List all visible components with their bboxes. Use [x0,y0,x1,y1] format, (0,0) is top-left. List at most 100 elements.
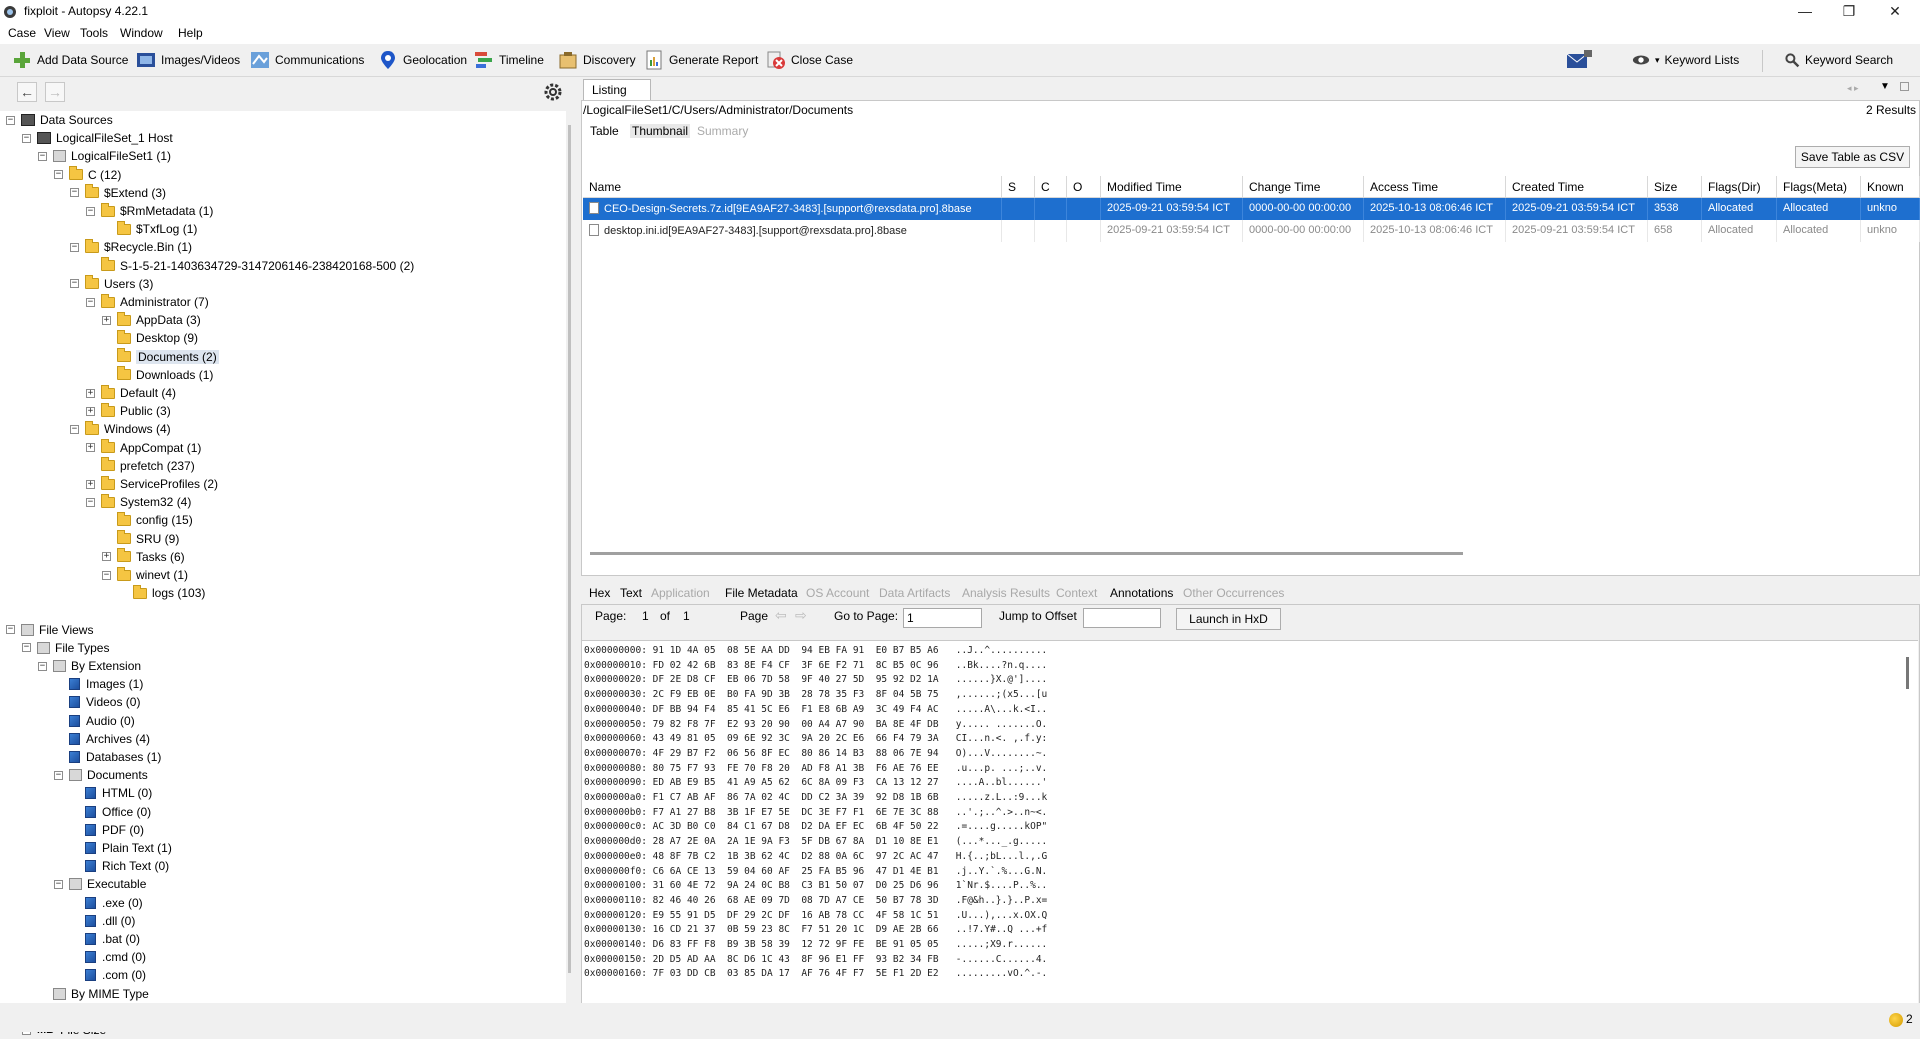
column-header-c[interactable]: C [1035,176,1067,198]
subtab-summary[interactable]: Summary [697,124,748,138]
tree-node[interactable]: − $Recycle.Bin (1) [70,238,192,256]
tab-file-metadata[interactable]: File Metadata [725,586,798,600]
tab-hex[interactable]: Hex [589,586,610,600]
menu-case[interactable]: Case [8,26,36,40]
tab-listing[interactable]: Listing [583,79,651,101]
generate-report-button[interactable]: Generate Report [644,49,758,71]
menu-tools[interactable]: Tools [80,26,108,40]
tree-node[interactable]: − $Extend (3) [70,184,166,202]
tree-node[interactable]: − Users (3) [70,275,153,293]
collapse-toggle-icon[interactable]: − [54,170,63,180]
collapse-toggle-icon[interactable]: − [54,879,63,889]
subtab-table[interactable]: Table [590,124,619,138]
column-header-name[interactable]: Name [583,176,1002,198]
collapse-toggle-icon[interactable]: − [70,279,79,289]
expand-toggle-icon[interactable]: + [86,479,95,489]
hex-dump-view[interactable]: 0x00000000: 91 1D 4A 05 08 5E AA DD 94 E… [582,640,1918,1005]
tree-node[interactable]: Desktop (9) [102,329,198,347]
tree-node[interactable]: SRU (9) [102,530,179,548]
collapse-toggle-icon[interactable]: − [70,424,79,434]
close-window-button[interactable]: ✕ [1872,0,1918,24]
tab-analysis-results[interactable]: Analysis Results [962,586,1050,600]
collapse-toggle-icon[interactable]: − [86,497,95,507]
tree-node[interactable]: − Documents [54,766,148,784]
tree-node[interactable]: .dll (0) [70,912,135,930]
maximize-button[interactable]: ❐ [1826,0,1872,24]
collapse-toggle-icon[interactable]: − [22,643,31,653]
column-header-known[interactable]: Known [1861,176,1920,198]
subtab-thumbnail[interactable]: Thumbnail [630,124,691,138]
timeline-button[interactable]: Timeline [474,49,544,71]
column-header-created-time[interactable]: Created Time [1506,176,1648,198]
expand-toggle-icon[interactable]: + [102,315,111,325]
tree-node[interactable]: − Windows (4) [70,420,171,438]
collapse-toggle-icon[interactable]: − [70,242,79,252]
tree-node[interactable]: .cmd (0) [70,948,146,966]
tree-node[interactable]: + Public (3) [86,402,171,420]
tree-node[interactable]: $TxfLog (1) [102,220,197,238]
tab-os-account[interactable]: OS Account [806,586,869,600]
tab-text[interactable]: Text [620,586,642,600]
jump-offset-input[interactable] [1083,608,1161,628]
launch-hxd-button[interactable]: Launch in HxD [1176,608,1281,630]
collapse-toggle-icon[interactable]: − [38,661,47,671]
table-horizontal-scrollbar[interactable] [590,552,1463,555]
goto-page-input[interactable]: 1 [903,608,982,628]
minimize-button[interactable]: — [1782,0,1828,24]
tree-node[interactable]: + AppCompat (1) [86,439,201,457]
maximize-pane-icon[interactable] [1900,82,1909,91]
images-videos-button[interactable]: Images/Videos [136,49,240,71]
tab-context[interactable]: Context [1056,586,1097,600]
gear-icon[interactable] [543,82,563,102]
next-page-icon[interactable]: ⇨ [795,607,807,624]
tree-node[interactable]: Rich Text (0) [70,857,169,875]
column-header-flags-meta[interactable]: Flags(Meta) [1777,176,1861,198]
menu-view[interactable]: View [44,26,70,40]
tree-node[interactable]: − File Views [6,621,93,639]
tree-node[interactable]: + Default (4) [86,384,176,402]
tab-scroll-arrows-icon[interactable]: ◂ ▸ [1847,83,1859,94]
tree-node[interactable]: Audio (0) [54,712,135,730]
tree-node[interactable]: Office (0) [70,803,151,821]
tree-node[interactable]: − File Types [22,639,109,657]
collapse-toggle-icon[interactable]: − [102,570,111,580]
geolocation-button[interactable]: Geolocation [378,49,467,71]
column-header-flags-dir[interactable]: Flags(Dir) [1702,176,1777,198]
tree-node[interactable]: .exe (0) [70,894,143,912]
tab-other-occurrences[interactable]: Other Occurrences [1183,586,1284,600]
tab-annotations[interactable]: Annotations [1110,586,1173,600]
tree-node[interactable]: .bat (0) [70,930,140,948]
tab-application[interactable]: Application [651,586,710,600]
tree-node[interactable]: − By Extension [38,657,141,675]
notification-bell-icon[interactable] [1889,1013,1903,1027]
prev-page-icon[interactable]: ⇦ [775,607,787,624]
column-header-modified-time[interactable]: Modified Time [1101,176,1243,198]
expand-toggle-icon[interactable]: + [86,406,95,416]
menu-help[interactable]: Help [178,26,203,40]
tree-node[interactable]: − Data Sources [6,111,113,129]
expand-toggle-icon[interactable]: + [102,552,111,562]
tree-scrollbar[interactable] [566,77,580,1003]
collapse-toggle-icon[interactable]: − [86,297,95,307]
expand-toggle-icon[interactable]: + [86,443,95,453]
keyword-search-button[interactable]: Keyword Search [1784,49,1893,71]
tree-node[interactable]: Videos (0) [54,693,140,711]
collapse-toggle-icon[interactable]: − [86,206,95,216]
communications-button[interactable]: Communications [250,49,364,71]
tree-node[interactable]: − Executable [54,875,146,893]
tree-node[interactable]: + ServiceProfiles (2) [86,475,218,493]
tree-node[interactable]: − Administrator (7) [86,293,209,311]
tab-data-artifacts[interactable]: Data Artifacts [879,586,950,600]
tree-node[interactable]: By MIME Type [38,985,149,1003]
collapse-toggle-icon[interactable]: − [6,115,15,125]
back-arrow-icon[interactable]: ← [17,82,37,102]
tree-node[interactable]: − winevt (1) [102,566,188,584]
collapse-toggle-icon[interactable]: − [70,188,79,198]
column-header-s[interactable]: S [1002,176,1035,198]
column-header-change-time[interactable]: Change Time [1243,176,1364,198]
tree-node[interactable]: .com (0) [70,966,146,984]
tree-node[interactable]: + Tasks (6) [102,548,185,566]
tree-node[interactable]: Plain Text (1) [70,839,172,857]
tree-node[interactable]: Documents (2) [102,348,219,366]
tree-scrollbar-thumb[interactable] [568,125,571,973]
